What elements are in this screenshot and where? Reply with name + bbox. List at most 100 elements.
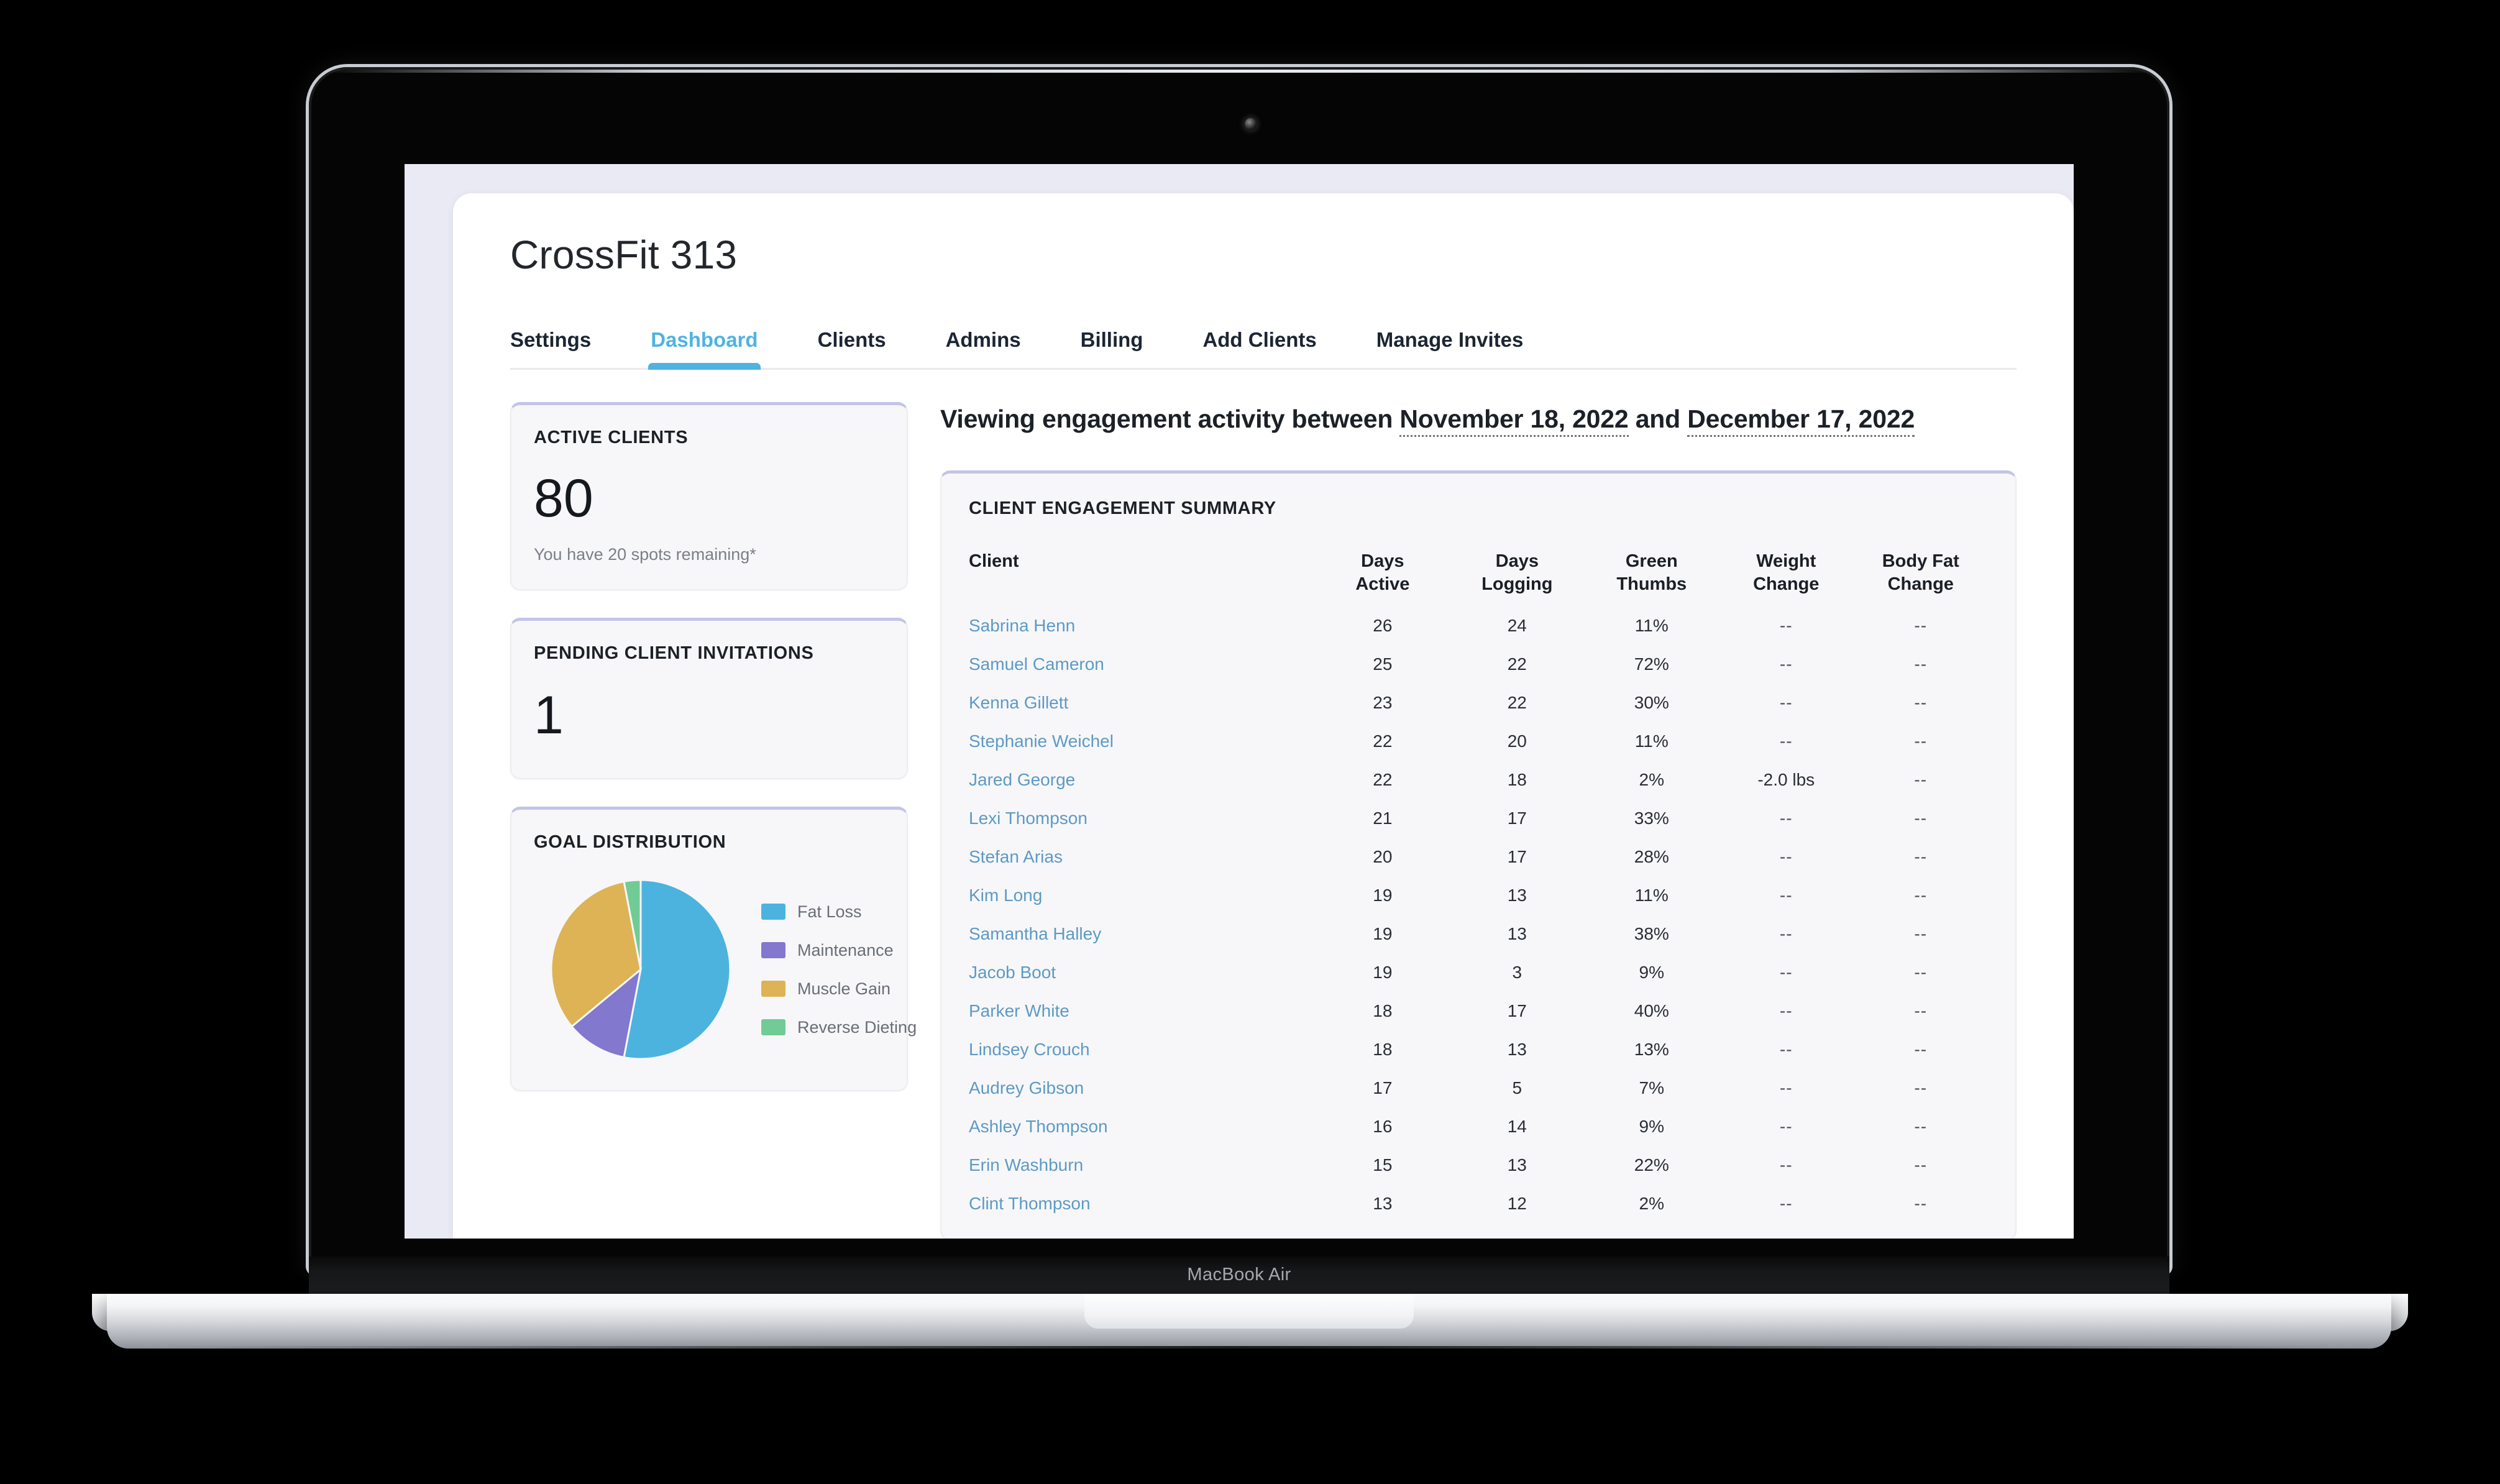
no-data-dash: -- — [1779, 693, 1793, 713]
start-date-picker[interactable]: November 18, 2022 — [1399, 405, 1629, 437]
cell-body-fat-change: -- — [1853, 1030, 1988, 1069]
col-header-body-fat-change: Body Fat Change — [1853, 550, 1988, 607]
cell-green-thumbs: 9% — [1639, 1117, 1665, 1137]
cell-days-logging: 14 — [1507, 1117, 1527, 1137]
tab-add-clients[interactable]: Add Clients — [1202, 328, 1316, 368]
no-data-dash: -- — [1914, 1078, 1928, 1098]
app-page: CrossFit 313 Settings Dashboard Clients … — [405, 164, 2074, 1239]
col-header-green-thumbs: Green Thumbs — [1585, 550, 1719, 607]
engagement-table-body: Sabrina Henn 26 24 11% -- -- Samuel Cameron 25 2… — [969, 607, 1988, 1223]
screenshot-stage: CrossFit 313 Settings Dashboard Clients … — [0, 0, 2500, 1484]
col-header-weight-change-l2: Change — [1753, 574, 1820, 594]
cell-client: Lindsey Crouch — [969, 1030, 1316, 1069]
no-data-dash: -- — [1779, 847, 1793, 867]
dashboard-main: Viewing engagement activity between Nove… — [940, 402, 2017, 1239]
client-link[interactable]: Parker White — [969, 1001, 1069, 1020]
client-link[interactable]: Lindsey Crouch — [969, 1040, 1090, 1059]
table-row: Jared George 22 18 2% -2.0 lbs -- — [969, 761, 1988, 799]
goal-distribution-card: GOAL DISTRIBUTION Fat Loss Maintenance M… — [510, 807, 917, 1092]
client-link[interactable]: Samuel Cameron — [969, 654, 1104, 674]
cell-days-logging: 17 — [1507, 1001, 1527, 1021]
end-date-picker[interactable]: December 17, 2022 — [1687, 405, 1915, 437]
col-header-green-thumbs-l1: Green — [1625, 551, 1678, 572]
tab-settings[interactable]: Settings — [510, 328, 591, 368]
cell-days-active: 23 — [1373, 693, 1393, 713]
client-link[interactable]: Kim Long — [969, 886, 1042, 905]
client-link[interactable]: Erin Washburn — [969, 1155, 1083, 1175]
no-data-dash: -- — [1914, 1194, 1928, 1214]
cell-green-thumbs: 9% — [1639, 963, 1665, 982]
cell-days-logging: 13 — [1507, 924, 1527, 944]
cell-weight-change: -- — [1719, 1107, 1853, 1146]
no-data-dash: -- — [1914, 616, 1928, 636]
no-data-dash: -- — [1914, 654, 1928, 674]
cell-client: Sabrina Henn — [969, 607, 1316, 645]
no-data-dash: -- — [1914, 886, 1928, 905]
cell-green-thumbs: 33% — [1634, 808, 1669, 828]
active-clients-card: ACTIVE CLIENTS 80 You have 20 spots rema… — [510, 402, 908, 591]
cell-days-active: 20 — [1373, 847, 1393, 867]
client-link[interactable]: Jared George — [969, 770, 1075, 789]
cell-client: Ashley Thompson — [969, 1107, 1316, 1146]
cell-body-fat-change: -- — [1853, 876, 1988, 915]
cell-green-thumbs: 11% — [1634, 616, 1669, 636]
cell-body-fat-change: -- — [1853, 607, 1988, 645]
tab-dashboard[interactable]: Dashboard — [648, 328, 761, 370]
pie-legend: Fat Loss Maintenance Muscle Gain Reverse… — [761, 902, 917, 1037]
client-link[interactable]: Kenna Gillett — [969, 693, 1068, 712]
cell-days-logging: 12 — [1507, 1194, 1527, 1214]
date-range-heading: Viewing engagement activity between Nove… — [940, 402, 1997, 437]
cell-days-active: 21 — [1373, 808, 1393, 828]
no-data-dash: -- — [1779, 1078, 1793, 1098]
cell-body-fat-change: -- — [1853, 838, 1988, 876]
dashboard-body: ACTIVE CLIENTS 80 You have 20 spots rema… — [510, 402, 2017, 1239]
cell-weight-change: -- — [1719, 1069, 1853, 1107]
no-data-dash: -- — [1914, 770, 1928, 790]
tab-clients[interactable]: Clients — [818, 328, 886, 368]
pending-invitations-card: PENDING CLIENT INVITATIONS 1 — [510, 618, 908, 780]
table-row: Stephanie Weichel 22 20 11% -- -- — [969, 722, 1988, 761]
client-link[interactable]: Jacob Boot — [969, 963, 1056, 982]
col-header-body-fat-change-l1: Body Fat — [1882, 551, 1959, 572]
cell-weight-change: -- — [1719, 684, 1853, 722]
cell-client: Audrey Gibson — [969, 1069, 1316, 1107]
table-row: Ashley Thompson 16 14 9% -- -- — [969, 1107, 1988, 1146]
table-row: Parker White 18 17 40% -- -- — [969, 992, 1988, 1030]
cell-body-fat-change: -- — [1853, 799, 1988, 838]
no-data-dash: -- — [1779, 1155, 1793, 1175]
client-link[interactable]: Stefan Arias — [969, 847, 1063, 866]
pie-svg — [550, 879, 731, 1060]
col-header-days-logging: Days Logging — [1450, 550, 1584, 607]
cell-client: Lexi Thompson — [969, 799, 1316, 838]
cell-client: Kenna Gillett — [969, 684, 1316, 722]
tab-manage-invites[interactable]: Manage Invites — [1376, 328, 1524, 368]
legend-swatch-muscle-gain — [761, 981, 785, 997]
no-data-dash: -- — [1779, 1117, 1793, 1137]
cell-days-logging: 24 — [1507, 616, 1527, 636]
cell-days-logging: 13 — [1507, 1040, 1527, 1060]
cell-weight-change: -- — [1719, 1030, 1853, 1069]
cell-client: Jared George — [969, 761, 1316, 799]
laptop-chin: MacBook Air — [309, 1257, 2169, 1295]
cell-client: Parker White — [969, 992, 1316, 1030]
cell-weight-change: -- — [1719, 915, 1853, 953]
dashboard-sidebar: ACTIVE CLIENTS 80 You have 20 spots rema… — [510, 402, 917, 1239]
table-row: Erin Washburn 15 13 22% -- -- — [969, 1146, 1988, 1184]
client-link[interactable]: Sabrina Henn — [969, 616, 1075, 635]
no-data-dash: -- — [1779, 963, 1793, 982]
client-link[interactable]: Audrey Gibson — [969, 1078, 1084, 1097]
pending-invitations-value: 1 — [534, 685, 564, 746]
client-link[interactable]: Clint Thompson — [969, 1194, 1091, 1213]
cell-weight-change: -- — [1719, 876, 1853, 915]
cell-days-active: 22 — [1373, 770, 1393, 790]
client-link[interactable]: Lexi Thompson — [969, 808, 1087, 828]
client-link[interactable]: Stephanie Weichel — [969, 731, 1114, 751]
client-link[interactable]: Samantha Halley — [969, 924, 1101, 943]
tab-admins[interactable]: Admins — [946, 328, 1021, 368]
tab-billing[interactable]: Billing — [1081, 328, 1143, 368]
laptop-lid-highlight — [323, 70, 2155, 73]
no-data-dash: -- — [1914, 1117, 1928, 1137]
cell-days-active: 16 — [1373, 1117, 1393, 1137]
cell-body-fat-change: -- — [1853, 1069, 1988, 1107]
client-link[interactable]: Ashley Thompson — [969, 1117, 1108, 1136]
